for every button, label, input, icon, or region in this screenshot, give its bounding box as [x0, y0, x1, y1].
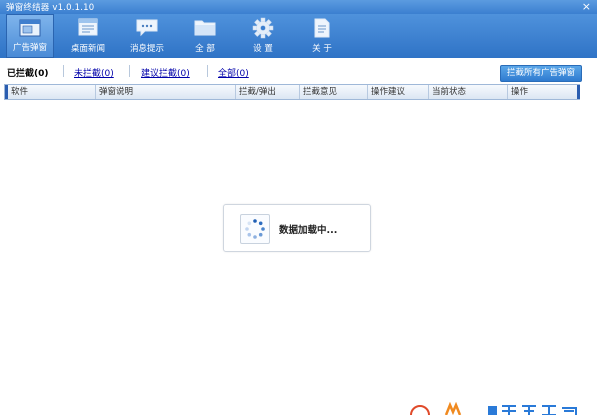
- column-header[interactable]: 软件: [5, 85, 97, 99]
- column-header[interactable]: 当前状态: [428, 85, 507, 99]
- loading-text: 数据加载中...: [279, 225, 338, 236]
- message-bubble-icon: [136, 19, 158, 37]
- tab-divider: [207, 65, 208, 77]
- loading-spinner-icon: [240, 214, 270, 244]
- tab-blocked[interactable]: 已拦截(0): [7, 66, 49, 79]
- column-header[interactable]: 操作建议: [367, 85, 428, 99]
- tab-all[interactable]: 全部(0): [218, 66, 249, 79]
- document-icon: [314, 18, 330, 38]
- window-title: 弹窗终结器 v1.0.1.10: [6, 3, 95, 13]
- toolbar-all[interactable]: 全 部: [181, 14, 229, 58]
- app-window: 弹窗终结器 v1.0.1.10 × 广告弹窗 桌面新闻 消息提示 全 部 设 置…: [0, 0, 597, 415]
- tab-suggested-block[interactable]: 建议拦截(0): [141, 66, 190, 79]
- ad-window-icon: [19, 19, 41, 37]
- toolbar-label: 全 部: [195, 44, 215, 54]
- tab-divider: [129, 65, 130, 77]
- tab-not-blocked[interactable]: 未拦截(0): [74, 66, 114, 79]
- tab-divider: [63, 65, 64, 77]
- title-bar: 弹窗终结器 v1.0.1.10 ×: [0, 0, 597, 14]
- watermark-logo: [410, 402, 577, 415]
- table-header: 软件 弹窗说明 拦截/弹出 拦截意见 操作建议 当前状态 操作: [4, 84, 580, 100]
- loading-dialog: 数据加载中...: [223, 204, 371, 252]
- desktop-news-icon: [78, 18, 98, 36]
- column-header[interactable]: 拦截/弹出: [235, 85, 299, 99]
- column-header[interactable]: 拦截意见: [299, 85, 367, 99]
- toolbar-ad-window[interactable]: 广告弹窗: [6, 14, 54, 58]
- toolbar-message-tips[interactable]: 消息提示: [123, 14, 171, 58]
- toolbar-label: 桌面新闻: [70, 44, 105, 54]
- toolbar-about[interactable]: 关 于: [298, 14, 346, 58]
- toolbar-label: 设 置: [253, 44, 273, 54]
- column-header[interactable]: 操作: [507, 85, 577, 99]
- block-all-ads-button[interactable]: 拦截所有广告弹窗: [499, 65, 582, 82]
- main-toolbar: 广告弹窗 桌面新闻 消息提示 全 部 设 置 关 于: [0, 14, 597, 58]
- toolbar-settings[interactable]: 设 置: [239, 14, 287, 58]
- toolbar-label: 关 于: [312, 44, 332, 54]
- gear-icon: [252, 17, 274, 39]
- toolbar-label: 广告弹窗: [12, 43, 47, 53]
- close-icon[interactable]: ×: [582, 0, 591, 14]
- column-header[interactable]: 弹窗说明: [95, 85, 235, 99]
- toolbar-desktop-news[interactable]: 桌面新闻: [64, 14, 112, 58]
- toolbar-label: 消息提示: [129, 44, 164, 54]
- header-end-bar: [577, 85, 580, 99]
- folder-icon: [194, 20, 216, 36]
